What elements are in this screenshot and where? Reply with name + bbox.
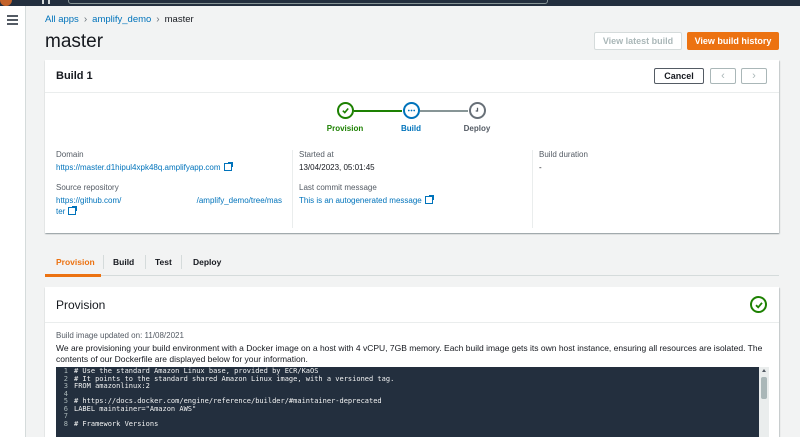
- build-panel: Build 1 Cancel ‹ › Provision Build Deplo…: [45, 60, 779, 233]
- chevron-right-icon: ›: [83, 14, 88, 25]
- repository-link-part3[interactable]: ter: [56, 207, 65, 216]
- page-title: master: [45, 31, 104, 52]
- build-title: Build 1: [56, 70, 93, 82]
- next-build-button[interactable]: ›: [741, 68, 767, 84]
- provision-header: Provision: [45, 287, 779, 323]
- tab-deploy[interactable]: Deploy: [193, 257, 221, 267]
- left-rail: [0, 6, 26, 437]
- menu-icon[interactable]: [7, 15, 18, 25]
- code-line: 3 FROM amazonlinux:2: [63, 382, 150, 390]
- provision-description: We are provisioning your build environme…: [56, 343, 763, 364]
- source-repository-label: Source repository: [56, 183, 119, 192]
- chevron-right-icon: ›: [156, 14, 160, 25]
- step-label: Build: [401, 124, 421, 133]
- build-header: Build 1 Cancel ‹ ›: [45, 60, 779, 93]
- breadcrumb-all-apps[interactable]: All apps: [45, 14, 79, 25]
- tab-divider: [103, 255, 104, 269]
- repository-link-part2[interactable]: /amplify_demo/tree/mas: [197, 196, 282, 205]
- tab-provision[interactable]: Provision: [56, 257, 95, 267]
- provision-panel: Provision Build image updated on: 11/08/…: [45, 287, 779, 437]
- previous-build-button[interactable]: ‹: [710, 68, 736, 84]
- services-grid-icon[interactable]: [42, 0, 50, 4]
- tab-test[interactable]: Test: [155, 257, 172, 267]
- details-column-started: Started at 13/04/2023, 05:01:45 Last com…: [292, 150, 532, 228]
- breadcrumb-app[interactable]: amplify_demo: [92, 14, 151, 25]
- step-deploy[interactable]: Deploy: [447, 102, 507, 133]
- external-link-icon[interactable]: [223, 162, 233, 171]
- top-nav-bar: [0, 0, 800, 6]
- build-duration-label: Build duration: [539, 150, 588, 159]
- build-stepper: Provision Build Deploy: [327, 102, 509, 142]
- domain-label: Domain: [56, 150, 84, 159]
- view-latest-build-button[interactable]: View latest build: [594, 32, 682, 50]
- scrollbar-thumb[interactable]: [761, 377, 767, 399]
- repository-link-part1[interactable]: https://github.com/: [56, 196, 121, 205]
- external-link-icon[interactable]: [424, 195, 434, 204]
- code-scrollbar[interactable]: [759, 367, 769, 437]
- tab-label: Build: [113, 257, 135, 267]
- code-line: 8 # Framework Versions: [63, 419, 159, 428]
- started-at-label: Started at: [299, 150, 334, 159]
- phase-tabs: Provision Build Test Deploy: [45, 248, 779, 277]
- code-line: 6 LABEL maintainer="Amazon AWS": [63, 404, 197, 413]
- build-details: Domain https://master.d1hipul4xpk48q.amp…: [56, 150, 768, 228]
- active-tab-indicator: [45, 274, 101, 277]
- tab-build[interactable]: Build: [113, 257, 134, 267]
- domain-link[interactable]: https://master.d1hipul4xpk48q.amplifyapp…: [56, 163, 221, 172]
- build-image-updated: Build image updated on: 11/08/2021: [56, 331, 184, 340]
- step-build[interactable]: Build: [381, 102, 441, 133]
- success-check-icon: [750, 296, 767, 313]
- step-provision[interactable]: Provision: [315, 102, 375, 133]
- global-search-input[interactable]: [68, 0, 548, 4]
- tab-label: Provision: [56, 257, 95, 267]
- tab-label: Deploy: [193, 257, 222, 267]
- step-label: Provision: [326, 124, 364, 133]
- breadcrumb-current: master: [164, 14, 194, 25]
- last-commit-label: Last commit message: [299, 183, 377, 192]
- external-link-icon[interactable]: [68, 206, 78, 215]
- details-column-domain: Domain https://master.d1hipul4xpk48q.amp…: [56, 150, 296, 228]
- view-build-history-button[interactable]: View build history: [687, 32, 779, 50]
- build-duration-value: -: [539, 163, 542, 172]
- provision-title: Provision: [56, 298, 106, 312]
- dockerfile-code-block[interactable]: 1 # Use the standard Amazon Linux base, p…: [56, 367, 769, 437]
- code-line: 7: [63, 412, 68, 420]
- step-label: Deploy: [463, 124, 491, 133]
- breadcrumb: All apps › amplify_demo › master: [45, 14, 194, 25]
- cancel-button[interactable]: Cancel: [654, 68, 704, 84]
- started-at-value: 13/04/2023, 05:01:45: [299, 163, 375, 172]
- tab-divider: [145, 255, 146, 269]
- scroll-up-icon[interactable]: [762, 369, 766, 372]
- in-progress-icon: [402, 102, 420, 119]
- commit-message-link[interactable]: This is an autogenerated message: [299, 196, 422, 205]
- tab-label: Test: [155, 257, 172, 267]
- checkmark-icon: [336, 102, 354, 119]
- clock-icon: [468, 102, 486, 119]
- code-line: 2 # It points to the standard shared Amaz…: [63, 374, 395, 383]
- tab-divider: [181, 255, 182, 269]
- details-column-duration: Build duration -: [532, 150, 772, 228]
